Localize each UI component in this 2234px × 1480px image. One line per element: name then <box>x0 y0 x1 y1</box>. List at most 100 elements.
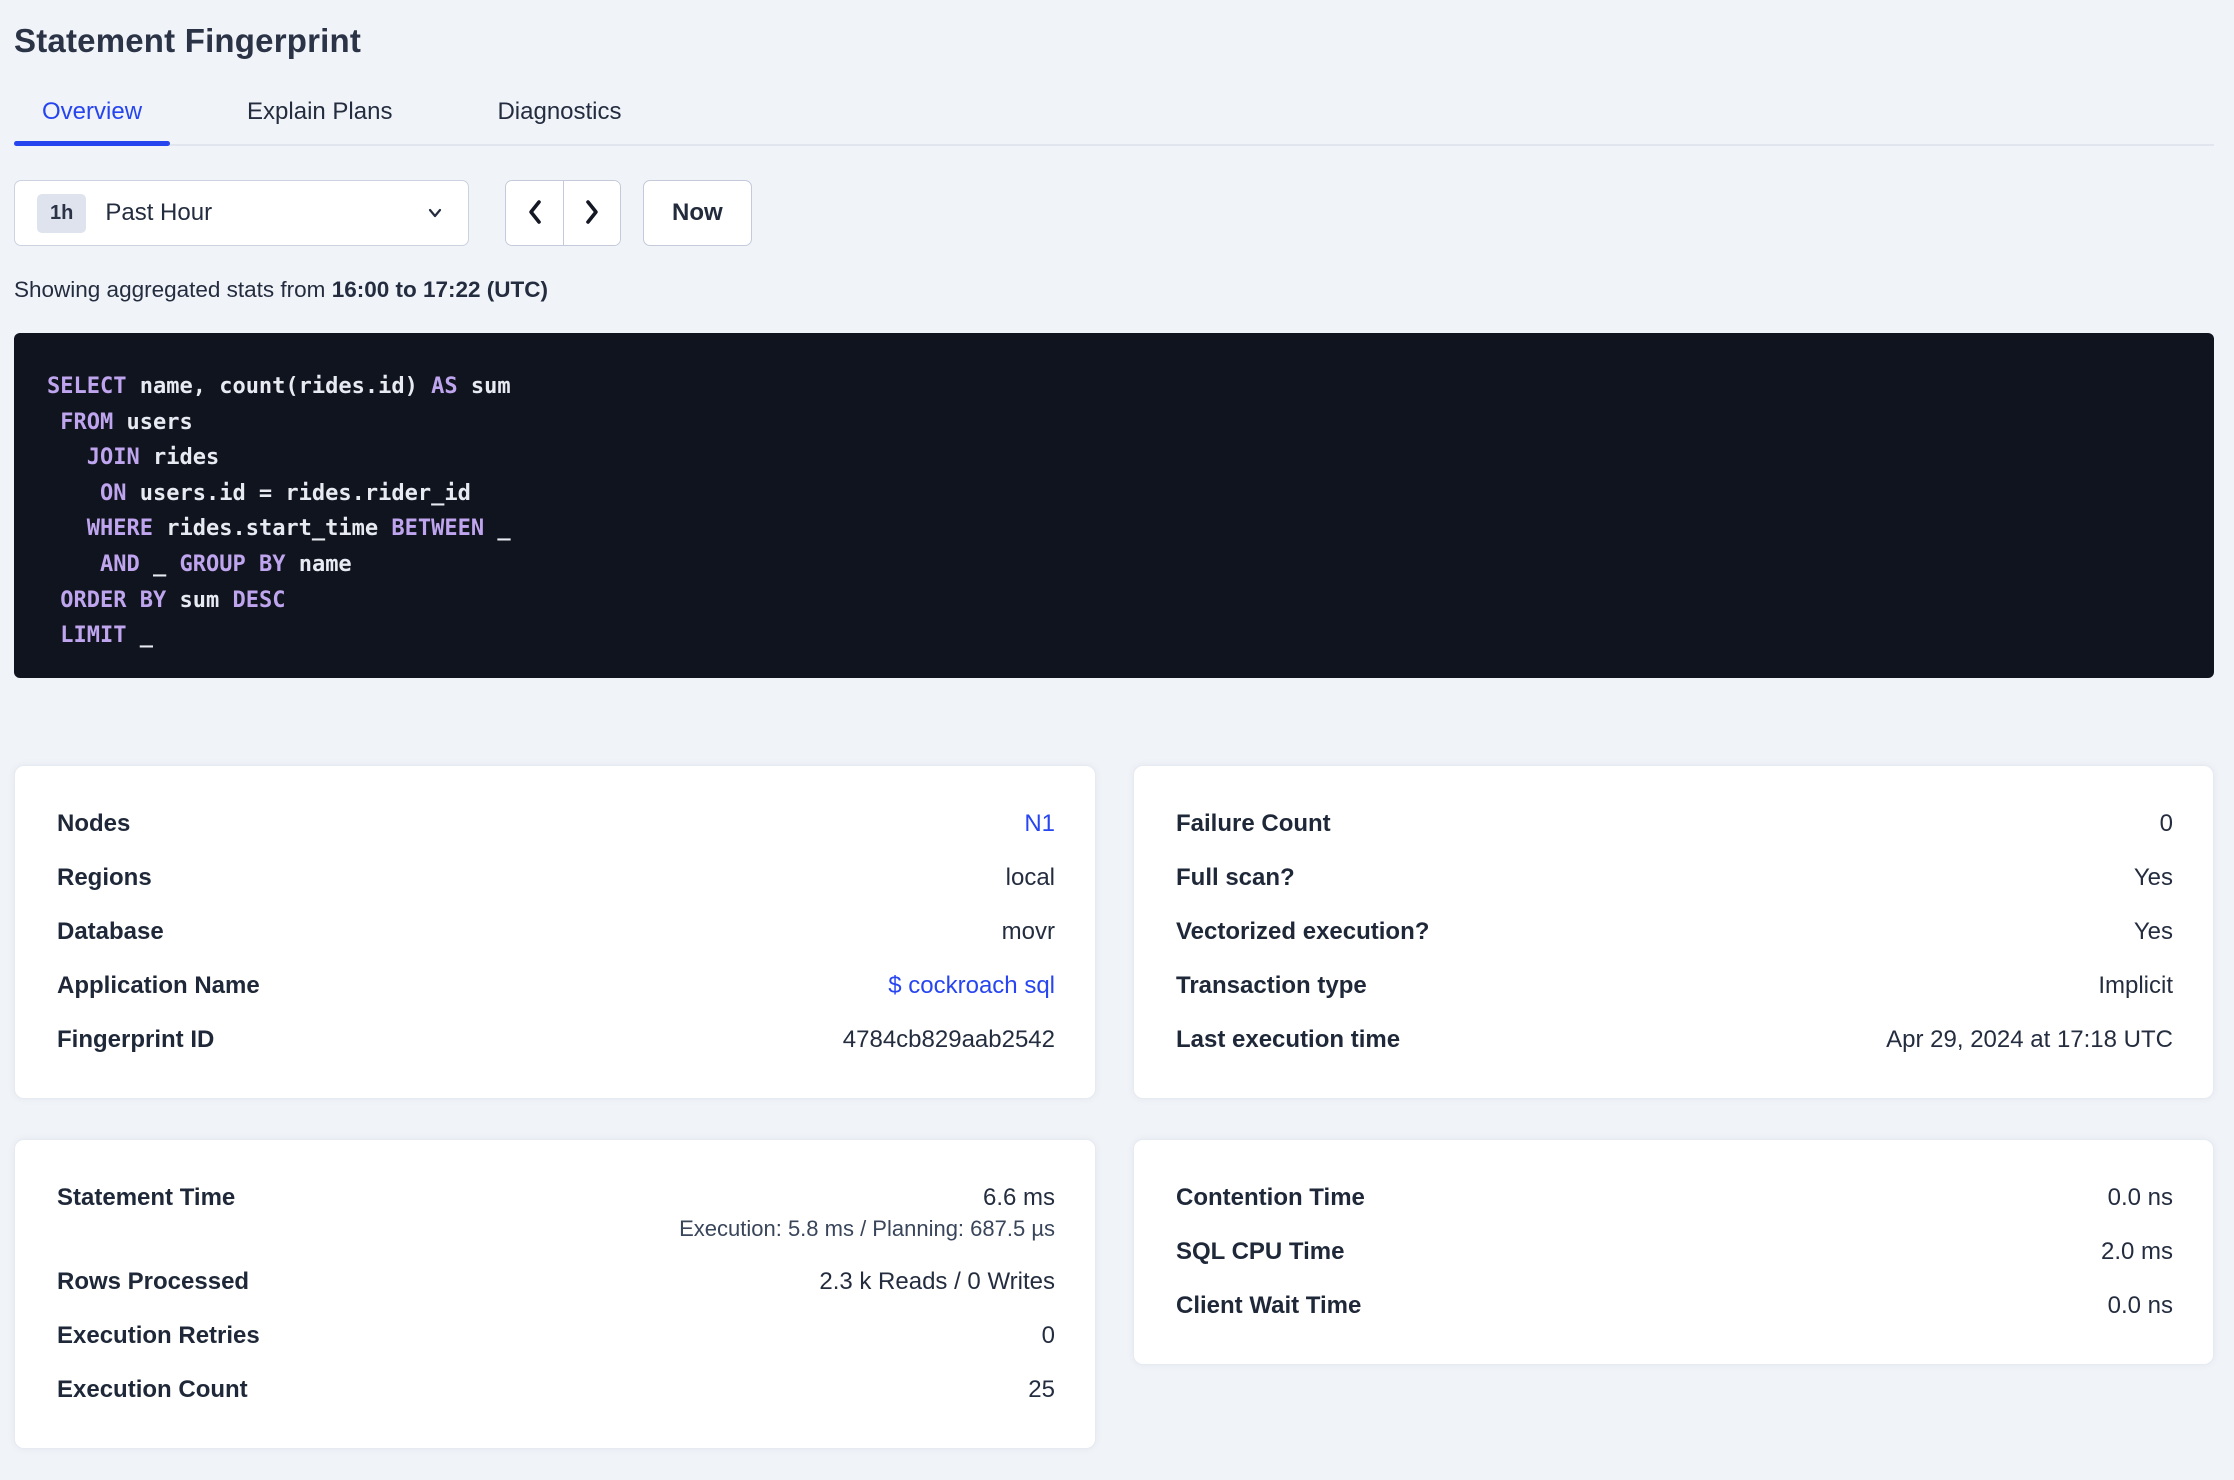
stat-row-main: Client Wait Time 0.0 ns <box>1176 1279 2173 1333</box>
tab-diagnostics[interactable]: Diagnostics <box>469 84 649 144</box>
stat-value: 0.0 ns <box>2107 1183 2173 1211</box>
sql-text-token: rides <box>139 445 220 471</box>
sql-keyword-token: DESC <box>232 587 286 613</box>
sql-keyword-token: AS <box>431 374 458 399</box>
stat-label: Nodes <box>57 809 131 837</box>
stat-row: Fingerprint ID 4784cb829aab2542 <box>57 1013 1055 1067</box>
sql-line: ON users.id = rides.rider_id <box>47 476 2181 512</box>
stat-label: Database <box>57 917 164 945</box>
stat-value: 0 <box>2159 809 2173 837</box>
statement-fingerprint-page: Statement Fingerprint Overview Explain P… <box>0 22 2234 1449</box>
sql-text-token <box>47 445 87 470</box>
time-step-button-group <box>505 180 621 246</box>
chevron-left-icon <box>523 196 547 231</box>
time-range-badge: 1h <box>37 193 87 233</box>
summary-cards-grid: Nodes N1 Regions local Database movr Applicati… <box>14 764 2214 1449</box>
stat-label: Client Wait Time <box>1176 1291 1362 1319</box>
stat-row: Database movr <box>57 905 1055 959</box>
stat-row: Regions local <box>57 851 1055 905</box>
sql-statement-box: SELECT name, count(rides.id) AS sum FROM… <box>14 333 2214 678</box>
stat-label: Failure Count <box>1176 809 1331 837</box>
stat-row: SQL CPU Time 2.0 ms <box>1176 1225 2173 1279</box>
tab-explain-plans[interactable]: Explain Plans <box>219 84 420 144</box>
stat-row-main: Contention Time 0.0 ns <box>1176 1171 2173 1225</box>
sql-text-token <box>47 410 60 435</box>
sql-line: SELECT name, count(rides.id) AS sum <box>47 369 2181 405</box>
stat-label: Rows Processed <box>57 1267 250 1295</box>
stat-row-main: Regions local <box>57 851 1055 905</box>
stat-row: Last execution time Apr 29, 2024 at 17:18… <box>1176 1013 2173 1067</box>
next-time-range-button[interactable] <box>563 181 620 245</box>
stat-label: Transaction type <box>1176 971 1367 999</box>
overview-card-right: Failure Count 0 Full scan? Yes Vectorized ex… <box>1133 764 2214 1099</box>
stat-label: Execution Count <box>57 1375 248 1403</box>
chevron-right-icon <box>580 196 604 231</box>
sql-line: WHERE rides.start_time BETWEEN _ <box>47 511 2181 547</box>
stat-row: Client Wait Time 0.0 ns <box>1176 1279 2173 1333</box>
stat-value: 4784cb829aab2542 <box>842 1025 1055 1053</box>
stat-row-main: Database movr <box>57 905 1055 959</box>
stat-row-main: SQL CPU Time 2.0 ms <box>1176 1225 2173 1279</box>
sql-keyword-token: WHERE <box>86 516 153 542</box>
page-title: Statement Fingerprint <box>14 22 362 59</box>
stat-row-main: Execution Retries 0 <box>57 1309 1055 1363</box>
sql-keyword-token: FROM <box>60 409 114 435</box>
stat-row: Vectorized execution? Yes <box>1176 905 2173 959</box>
previous-time-range-button[interactable] <box>506 181 563 245</box>
sql-text-token: rides.start_time <box>152 516 392 542</box>
sql-text-token: _ <box>126 623 153 649</box>
now-button[interactable]: Now <box>643 180 752 246</box>
time-range-selector[interactable]: 1h Past Hour <box>14 180 469 246</box>
nodes-link[interactable]: N1 <box>1024 810 1055 838</box>
stat-row: Execution Count 25 <box>57 1363 1055 1417</box>
sql-text-token: users <box>113 409 193 435</box>
sql-text-token: users.id = rides.rider_id <box>126 480 471 506</box>
stat-row: Full scan? Yes <box>1176 851 2173 905</box>
stat-label: Execution Retries <box>57 1321 260 1349</box>
stat-value: Yes <box>2133 863 2173 891</box>
stat-value: movr <box>1001 917 1055 945</box>
stat-value: Implicit <box>2098 971 2173 999</box>
stat-value: Apr 29, 2024 at 17:18 UTC <box>1886 1025 2173 1053</box>
sql-text-token <box>47 481 100 506</box>
time-picker-row: 1h Past Hour Now <box>14 180 2214 246</box>
sql-keyword-token: GROUP BY <box>179 551 286 577</box>
sql-text-token: _ <box>139 551 180 577</box>
stat-value: 0 <box>1041 1321 1055 1349</box>
sql-text-token <box>47 588 60 613</box>
stat-row-main: Fingerprint ID 4784cb829aab2542 <box>57 1013 1055 1067</box>
sql-text-token: sum <box>457 374 511 399</box>
stat-label: Fingerprint ID <box>57 1025 215 1053</box>
aggregated-stats-prefix: Showing aggregated stats from <box>14 277 332 302</box>
tab-overview[interactable]: Overview <box>14 84 171 146</box>
sql-text-token <box>47 552 100 577</box>
application-name-link[interactable]: $ cockroach sql <box>888 972 1055 1000</box>
sql-text-token: sum <box>166 587 233 613</box>
stat-row-main: Failure Count 0 <box>1176 797 2173 851</box>
stat-value: 0.0 ns <box>2107 1291 2173 1319</box>
stat-row: Transaction type Implicit <box>1176 959 2173 1013</box>
sql-line: JOIN rides <box>47 440 2181 476</box>
stat-value: 6.6 ms <box>982 1183 1055 1211</box>
stat-label: Contention Time <box>1176 1183 1365 1211</box>
stat-row-main: Last execution time Apr 29, 2024 at 17:18… <box>1176 1013 2173 1067</box>
stat-row-main: Execution Count 25 <box>57 1363 1055 1417</box>
stat-row: Failure Count 0 <box>1176 797 2173 851</box>
chevron-down-icon <box>424 202 446 224</box>
stat-subvalue: Execution: 5.8 ms / Planning: 687.5 µs <box>679 1215 1055 1241</box>
sql-line: AND _ GROUP BY name <box>47 547 2181 583</box>
sql-line: LIMIT _ <box>47 618 2181 654</box>
stat-row-main: Nodes N1 <box>57 797 1055 851</box>
sql-text-token: _ <box>484 516 511 542</box>
stat-value: 2.3 k Reads / 0 Writes <box>819 1267 1055 1295</box>
stat-row-main: Transaction type Implicit <box>1176 959 2173 1013</box>
stat-row: Rows Processed 2.3 k Reads / 0 Writes <box>57 1255 1055 1309</box>
sql-text-token: name <box>285 551 352 577</box>
sql-text-token <box>47 516 87 541</box>
stat-row: Contention Time 0.0 ns <box>1176 1171 2173 1225</box>
aggregated-stats-caption: Showing aggregated stats from 16:00 to 1… <box>14 277 2214 303</box>
sql-keyword-token: SELECT <box>47 374 127 399</box>
sql-keyword-token: BETWEEN <box>391 516 485 542</box>
sql-keyword-token: ORDER BY <box>60 587 167 613</box>
sql-text-token <box>47 623 60 648</box>
